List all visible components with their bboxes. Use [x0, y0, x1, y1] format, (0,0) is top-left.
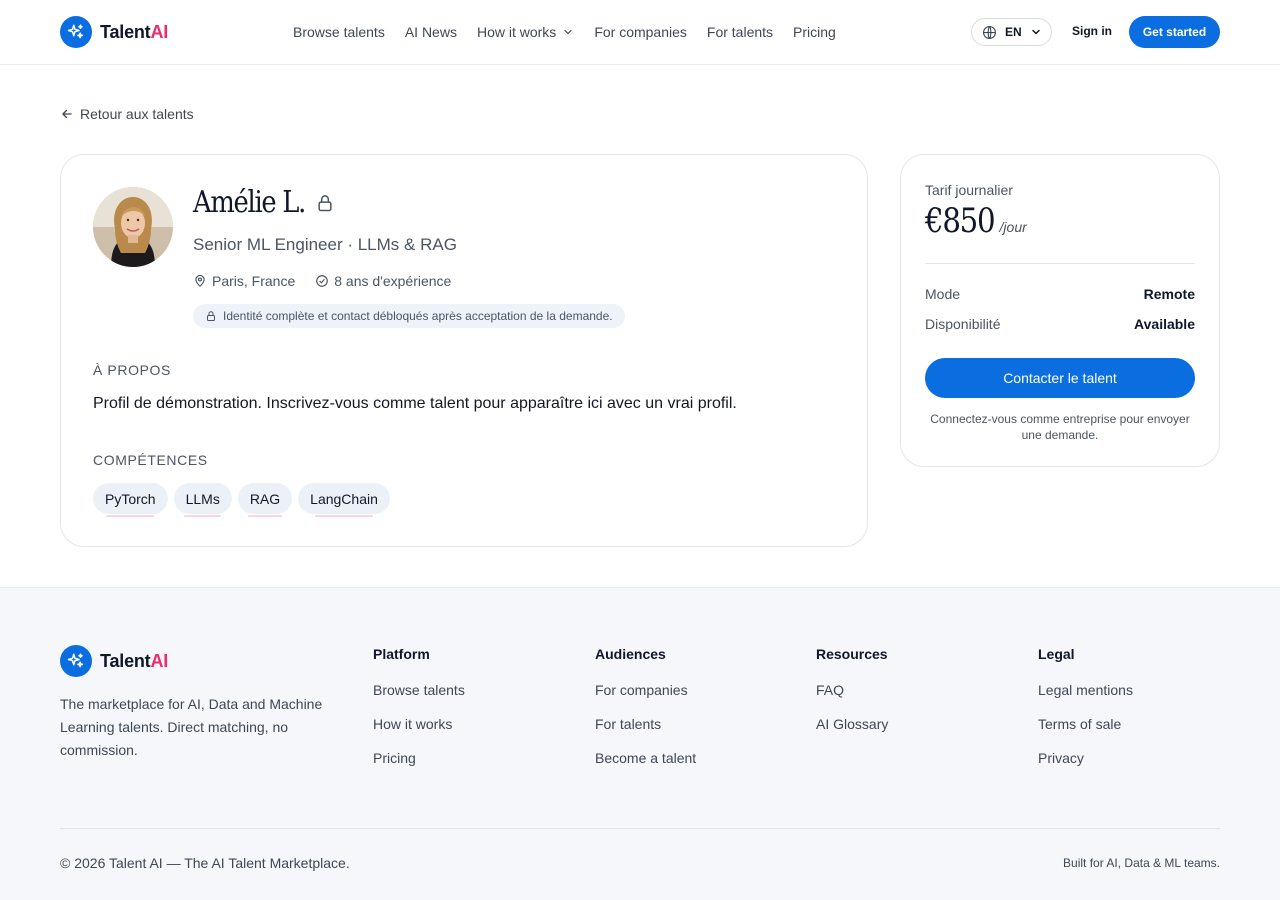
footer-brand-name: TalentAI [100, 650, 169, 671]
language-code: EN [1005, 25, 1022, 39]
arrow-left-icon [62, 109, 72, 119]
identity-notice-text: Identité complète et contact débloqués a… [223, 309, 613, 323]
main-nav: Browse talents AI News How it works For … [293, 0, 836, 64]
contact-talent-button[interactable]: Contacter le talent [925, 358, 1195, 398]
nav-for-talents[interactable]: For talents [707, 24, 773, 40]
nav-browse-talents[interactable]: Browse talents [293, 24, 385, 40]
nav-how-it-works-label: How it works [476, 24, 557, 40]
location-text: Paris, France [212, 273, 296, 289]
footer-link-privacy[interactable]: Privacy [1038, 749, 1133, 767]
footer-column-resources: Resources FAQ AI Glossary [816, 646, 888, 749]
chevron-down-icon [564, 29, 572, 35]
map-pin-icon [195, 274, 205, 288]
footer-column-title: Resources [816, 646, 888, 662]
lock-icon [207, 311, 215, 321]
lock-icon [318, 194, 332, 211]
brand-name: TalentAI [100, 21, 169, 42]
footer-column-title: Legal [1038, 646, 1075, 662]
mode-row: Mode Remote [925, 286, 1195, 302]
footer-brand-logo[interactable]: TalentAI [60, 645, 168, 677]
globe-icon [983, 25, 996, 39]
availability-value: Available [1134, 316, 1195, 332]
skill-chip: LLMs [173, 483, 232, 517]
sign-in-link[interactable]: Sign in [1072, 24, 1112, 38]
talent-title: Senior ML Engineer · LLMs & RAG [193, 235, 457, 254]
mode-label: Mode [925, 286, 961, 302]
nav-ai-news[interactable]: AI News [405, 24, 457, 40]
talent-name: Amélie L. [193, 185, 306, 220]
site-header: TalentAI Browse talents AI News How it w… [0, 0, 1280, 65]
footer-link-pricing[interactable]: Pricing [373, 749, 465, 767]
skills-heading: Compétences [93, 452, 208, 468]
footer-copyright: © 2026 Talent AI — The AI Talent Marketp… [60, 855, 350, 871]
footer-link-terms-of-sale[interactable]: Terms of sale [1038, 715, 1133, 733]
availability-row: Disponibilité Available [925, 316, 1195, 332]
skills-list: PyTorch LLMs RAG LangChain [93, 483, 390, 517]
about-text: Profil de démonstration. Inscrivez-vous … [93, 395, 737, 412]
brand-logo[interactable]: TalentAI [60, 16, 168, 48]
rate-card: Tarif journalier €850 /jour Mode Remote … [900, 154, 1220, 467]
back-to-talents-link[interactable]: Retour aux talents [60, 106, 194, 122]
footer-tagline: The marketplace for AI, Data and Machine… [60, 696, 323, 758]
footer-link-for-talents[interactable]: For talents [595, 715, 696, 733]
experience: 8 ans d'expérience [315, 273, 451, 289]
footer-column-legal: Legal Legal mentions Terms of sale Priva… [1038, 646, 1133, 783]
avatar [93, 187, 173, 267]
availability-label: Disponibilité [925, 316, 1001, 332]
footer-link-browse-talents[interactable]: Browse talents [373, 681, 465, 699]
footer-divider [60, 828, 1220, 829]
footer-column-title: Platform [373, 646, 430, 662]
skill-chip: LangChain [298, 483, 390, 517]
footer-link-faq[interactable]: FAQ [816, 681, 888, 699]
rate-label: Tarif journalier [925, 182, 1013, 198]
sparkle-logo-icon [60, 645, 92, 677]
award-icon [316, 275, 329, 287]
footer-built-for: Built for AI, Data & ML teams. [1063, 856, 1220, 870]
rate-unit: /jour [999, 219, 1027, 235]
footer-column-platform: Platform Browse talents How it works Pri… [373, 646, 465, 783]
location: Paris, France [193, 273, 295, 289]
contact-note: Connectez-vous comme entreprise pour env… [930, 412, 1190, 442]
footer-link-how-it-works[interactable]: How it works [373, 715, 465, 733]
footer-link-for-companies[interactable]: For companies [595, 681, 696, 699]
footer-link-become-a-talent[interactable]: Become a talent [595, 749, 696, 767]
rate-value: €850 /jour [925, 201, 1027, 241]
rate-divider [925, 263, 1195, 264]
chevron-down-icon [1031, 29, 1040, 35]
site-footer: TalentAI The marketplace for AI, Data an… [0, 587, 1280, 900]
footer-column-title: Audiences [595, 646, 666, 662]
rate-amount: €850 [925, 201, 996, 241]
skill-chip: RAG [237, 483, 293, 517]
nav-how-it-works[interactable]: How it works [477, 24, 574, 40]
nav-pricing[interactable]: Pricing [793, 24, 836, 40]
talent-name-row: Amélie L. [193, 185, 335, 220]
back-link-label: Retour aux talents [80, 106, 194, 122]
get-started-button[interactable]: Get started [1129, 16, 1220, 48]
about-heading: À propos [93, 362, 171, 378]
sparkle-logo-icon [60, 16, 92, 48]
profile-card: Amélie L. Senior ML Engineer · LLMs & RA… [60, 154, 868, 547]
identity-notice: Identité complète et contact débloqués a… [193, 304, 625, 328]
footer-link-ai-glossary[interactable]: AI Glossary [816, 715, 888, 733]
nav-for-companies[interactable]: For companies [594, 24, 687, 40]
experience-text: 8 ans d'expérience [334, 273, 452, 289]
talent-meta: Paris, France 8 ans d'expérience [193, 273, 451, 289]
footer-column-audiences: Audiences For companies For talents Beco… [595, 646, 696, 783]
footer-link-legal-mentions[interactable]: Legal mentions [1038, 681, 1133, 699]
language-selector[interactable]: EN [971, 18, 1052, 46]
mode-value: Remote [1143, 286, 1195, 302]
skill-chip: PyTorch [93, 483, 168, 517]
